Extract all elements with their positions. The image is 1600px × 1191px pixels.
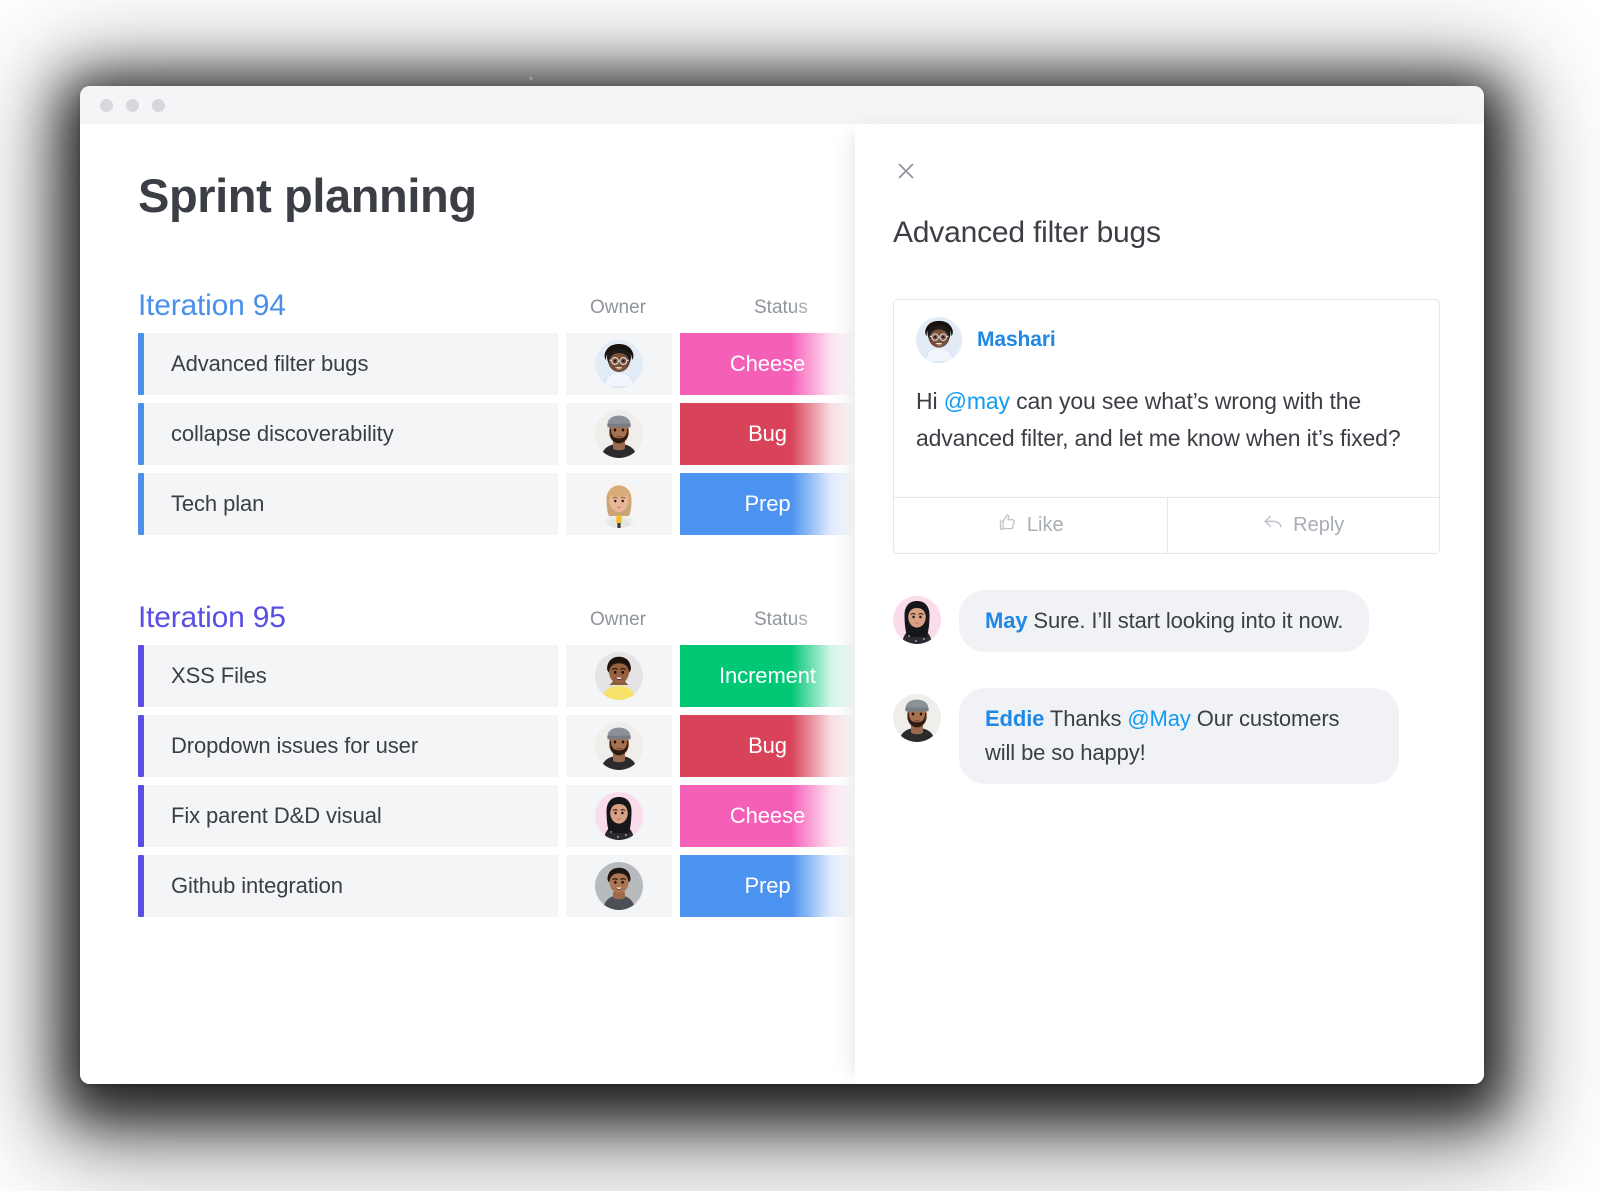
section-title: Iteration 94 [138,289,286,322]
comment-body: Hi @may can you see what’s wrong with th… [894,367,1439,497]
avatar [595,862,643,910]
window-body: Sprint planning Iteration 94 Owner Statu… [80,124,1484,1084]
close-icon[interactable] [893,158,919,184]
table-row[interactable]: Fix parent D&D visual Cheese [138,785,855,847]
row-title: Dropdown issues for user [144,715,558,777]
mention-link[interactable]: @May [1127,706,1191,731]
row-owner-cell[interactable] [566,855,672,917]
table-row[interactable]: Tech plan Prep [138,473,855,535]
board-section-iteration-94: Iteration 94 Owner Status Advanced filte… [138,281,855,535]
avatar [893,694,941,742]
reply-bubble: May Sure. I’ll start looking into it now… [959,589,1370,652]
cell-gap [558,403,566,465]
item-detail-panel: Advanced filter bugs Mashari Hi @may can… [855,124,1484,1084]
reply-bubble: Eddie Thanks @May Our customers will be … [959,687,1399,784]
row-title: Fix parent D&D visual [144,785,558,847]
column-header-status: Status [754,297,808,318]
section-rows: Advanced filter bugs Cheese collapse dis… [138,333,855,535]
table-row[interactable]: Advanced filter bugs Cheese [138,333,855,395]
column-header-owner: Owner [590,609,646,630]
cell-gap [672,785,680,847]
like-label: Like [1026,513,1064,536]
section-header: Iteration 95 Owner Status [138,593,855,633]
table-row[interactable]: Dropdown issues for user Bug [138,715,855,777]
mention-link[interactable]: @may [944,388,1010,414]
avatar [916,317,962,363]
row-title: Github integration [144,855,558,917]
thumbs-up-icon [997,512,1018,539]
section-rows: XSS Files Increment Dropdown issues for … [138,645,855,917]
status-badge[interactable]: Cheese [680,333,855,395]
browser-window: Sprint planning Iteration 94 Owner Statu… [80,86,1484,1084]
comment-author[interactable]: Mashari [977,328,1056,352]
table-row[interactable]: XSS Files Increment [138,645,855,707]
cell-gap [558,855,566,917]
reply-text: Thanks [1044,705,1128,731]
close-window-dot[interactable] [100,98,113,112]
section-header: Iteration 94 Owner Status [138,281,855,321]
cell-gap [558,645,566,707]
reply-label: Reply [1293,513,1345,536]
reply-text: Sure. I’ll start looking into it now. [1027,607,1344,633]
status-badge[interactable]: Bug [680,715,855,777]
status-badge[interactable]: Cheese [680,785,855,847]
cell-gap [672,645,680,707]
row-owner-cell[interactable] [566,403,672,465]
page-title: Sprint planning [138,169,477,222]
row-title: XSS Files [144,645,558,707]
section-title: Iteration 95 [138,601,286,634]
cell-gap [558,333,566,395]
avatar [595,410,643,458]
window-titlebar [80,86,1484,124]
table-row[interactable]: collapse discoverability Bug [138,403,855,465]
panel-title: Advanced filter bugs [893,216,1161,249]
status-badge[interactable]: Bug [680,403,855,465]
board-section-iteration-95: Iteration 95 Owner Status XSS Files Incr… [138,593,855,917]
row-owner-cell[interactable] [566,715,672,777]
main-comment-card: Mashari Hi @may can you see what’s wrong… [893,299,1440,554]
row-title: Advanced filter bugs [144,333,558,395]
reply-author[interactable]: May [985,608,1028,633]
table-row[interactable]: Github integration Prep [138,855,855,917]
cell-gap [558,715,566,777]
reply-item: May Sure. I’ll start looking into it now… [893,589,1440,652]
cell-gap [672,473,680,535]
reply-arrow-icon [1262,512,1284,538]
row-owner-cell[interactable] [566,785,672,847]
maximize-window-dot[interactable] [152,98,165,112]
reply-author[interactable]: Eddie [985,706,1044,731]
like-button[interactable]: Like [894,498,1167,553]
cell-gap [672,403,680,465]
comment-header: Mashari [894,300,1439,367]
status-badge[interactable]: Prep [680,855,855,917]
status-badge[interactable]: Increment [680,645,855,707]
comment-text-prefix: Hi [916,388,944,414]
status-badge[interactable]: Prep [680,473,855,535]
avatar [595,652,643,700]
row-owner-cell[interactable] [566,473,672,535]
cell-gap [558,473,566,535]
avatar [595,792,643,840]
cell-gap [558,785,566,847]
cell-gap [672,855,680,917]
avatar [595,340,643,388]
avatar [595,480,643,528]
column-header-owner: Owner [590,297,646,318]
reply-button[interactable]: Reply [1166,497,1440,553]
sprint-board: Sprint planning Iteration 94 Owner Statu… [80,124,855,1084]
avatar [893,596,941,644]
screenshot-root: Sprint planning Iteration 94 Owner Statu… [0,0,1600,1191]
reply-item: Eddie Thanks @May Our customers will be … [893,687,1440,784]
avatar [595,722,643,770]
row-title: Tech plan [144,473,558,535]
cell-gap [672,333,680,395]
row-title: collapse discoverability [144,403,558,465]
row-owner-cell[interactable] [566,645,672,707]
comment-actions: Like Reply [894,496,1440,553]
cell-gap [672,715,680,777]
row-owner-cell[interactable] [566,333,672,395]
minimize-window-dot[interactable] [126,98,139,112]
column-header-status: Status [754,609,808,630]
